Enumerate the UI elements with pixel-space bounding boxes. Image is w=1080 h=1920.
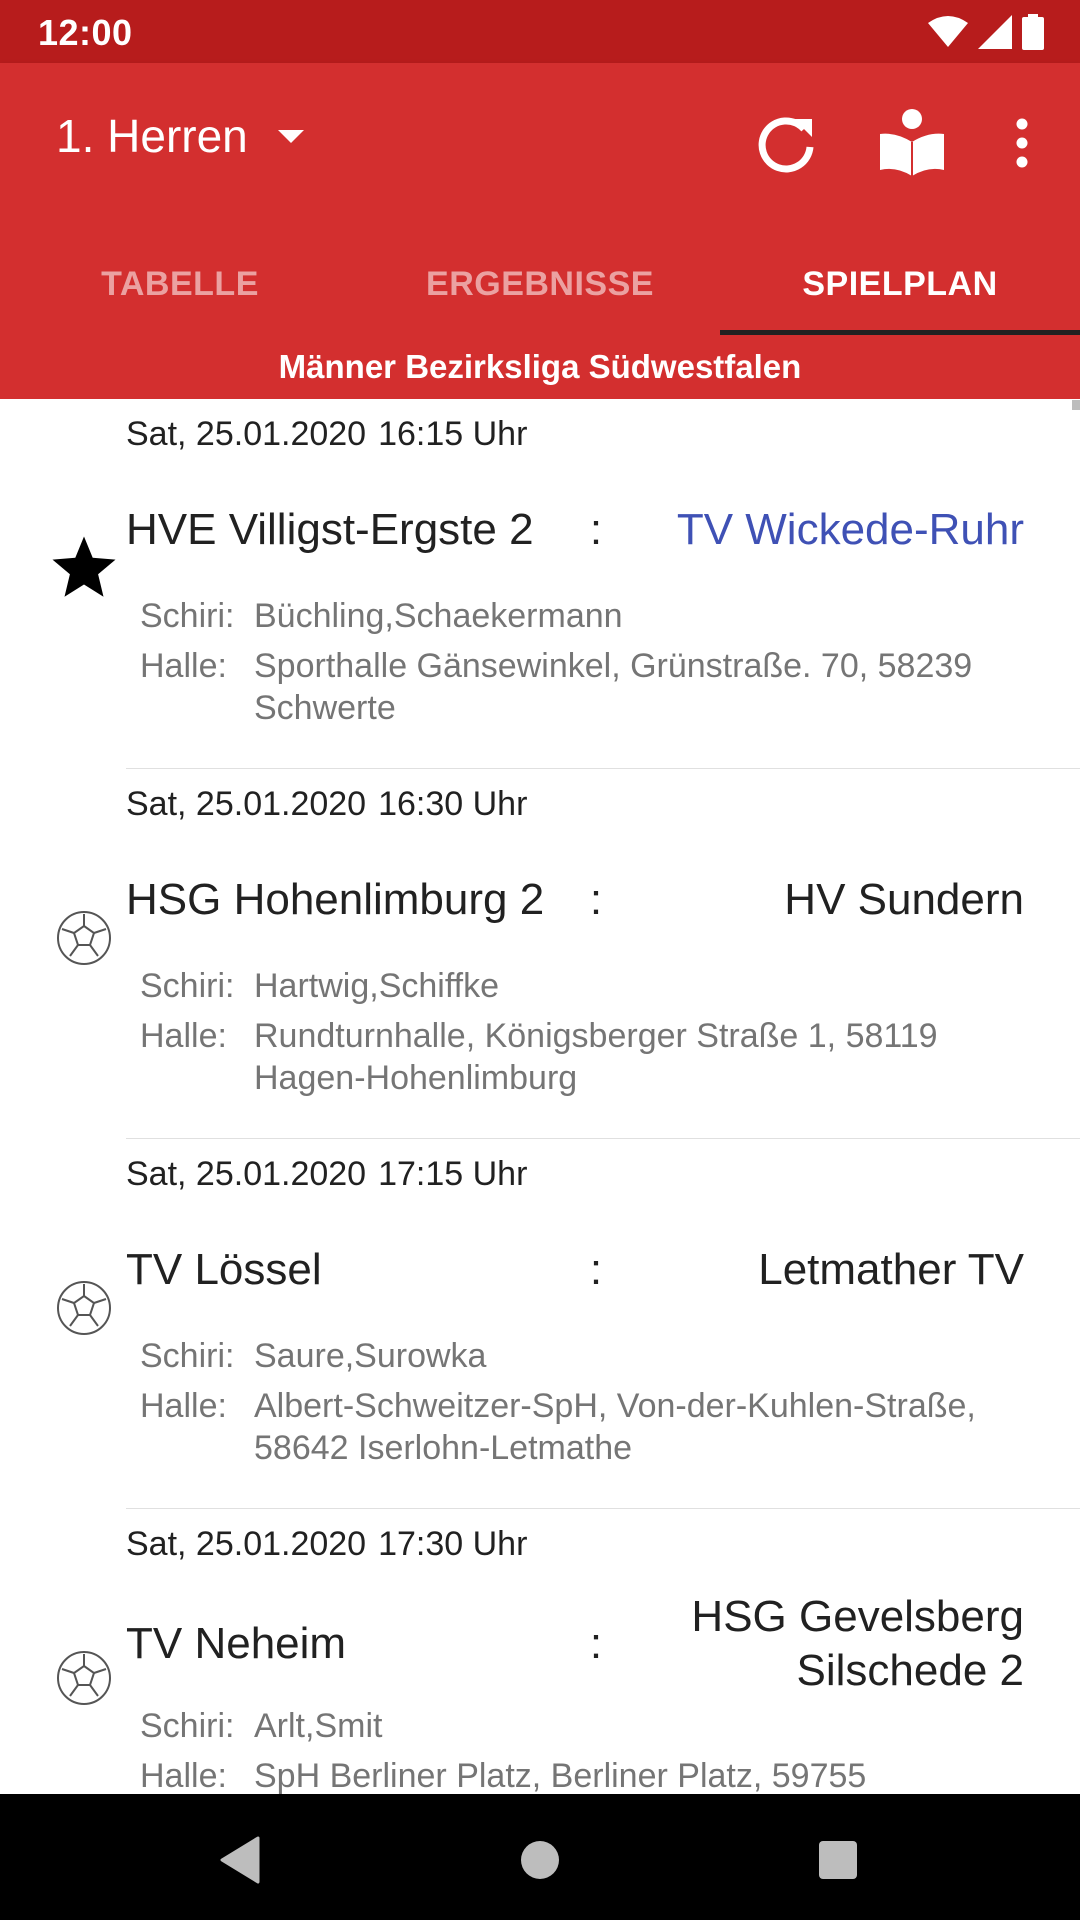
score-separator: : — [589, 875, 603, 924]
referee-label: Schiri: — [140, 967, 235, 1005]
venue-label: Halle: — [140, 1017, 227, 1055]
refresh-button[interactable] — [736, 93, 836, 193]
venue-label: Halle: — [140, 1387, 227, 1425]
match-date: Sat, 25.01.2020 17:15 Uhr — [126, 1155, 527, 1194]
guest-team: HV Sundern — [784, 875, 1024, 924]
handball-icon[interactable] — [48, 902, 120, 974]
match-info: Schiri: Hartwig,Schiffke Halle: Rundturnha… — [140, 965, 1030, 1107]
guest-team: TV Wickede-Ruhr — [676, 505, 1024, 554]
match-item[interactable]: Sat, 25.01.2020 16:30 Uhr HSG Hohenlimbur… — [0, 769, 1080, 1139]
venue-value: Rundturnhalle, Königsberger Straße 1, 58… — [254, 1017, 938, 1097]
team-selector-label: 1. Herren — [56, 110, 248, 162]
venue-label: Halle: — [140, 1757, 227, 1794]
match-teams: TV Lössel : Letmather TV — [126, 1237, 1024, 1303]
guest-team: HSG Gevelsberg Silschede 2 — [691, 1592, 1024, 1695]
handball-icon[interactable] — [48, 1642, 120, 1714]
nav-recents-button[interactable] — [810, 1832, 866, 1888]
venue-label: Halle: — [140, 647, 227, 685]
ball-icon — [57, 1281, 111, 1335]
favorite-star-icon[interactable] — [48, 532, 120, 604]
match-teams: TV Neheim : HSG Gevelsberg Silschede 2 — [126, 1589, 1024, 1699]
tab-spielplan[interactable]: SPIELPLAN — [720, 233, 1080, 335]
match-time: 16:15 Uhr — [378, 415, 528, 453]
home-team: HSG Hohenlimburg 2 — [126, 875, 545, 924]
nav-back-button[interactable] — [212, 1832, 268, 1888]
ball-icon — [57, 911, 111, 965]
match-teams: HVE Villigst-Ergste 2 : TV Wickede-Ruhr — [126, 497, 1024, 563]
referee-value: Büchling,Schaekermann — [254, 597, 623, 635]
reader-button[interactable] — [862, 93, 962, 193]
referee-value: Hartwig,Schiffke — [254, 967, 500, 1005]
match-info: Schiri: Saure,Surowka Halle: Albert-Schwei… — [140, 1335, 1030, 1477]
star-icon — [52, 536, 116, 597]
venue-value: SpH Berliner Platz, Berliner Platz, 5975… — [254, 1757, 867, 1794]
signal-icon — [978, 15, 1012, 49]
recents-square-icon — [819, 1841, 857, 1879]
team-selector[interactable]: 1. Herren — [56, 109, 304, 163]
tab-bar: TABELLE ERGEBNISSE SPIELPLAN — [0, 233, 1080, 335]
referee-label: Schiri: — [140, 1337, 235, 1375]
system-nav-bar — [0, 1794, 1080, 1920]
match-item[interactable]: Sat, 25.01.2020 17:15 Uhr TV Lössel : Let… — [0, 1139, 1080, 1509]
match-date: Sat, 25.01.2020 16:30 Uhr — [126, 785, 527, 824]
book-reader-icon — [880, 109, 944, 176]
match-info: Schiri: Arlt,Smit Halle: SpH Berliner Plat… — [140, 1705, 1030, 1794]
wifi-icon — [928, 16, 968, 47]
match-date-day: Sat, 25.01.2020 — [126, 785, 367, 823]
status-bar: 12:00 — [0, 0, 1080, 63]
league-banner: Männer Bezirksliga Südwestfalen — [0, 335, 1080, 399]
match-item[interactable]: Sat, 25.01.2020 16:15 Uhr HVE Villigst-Er… — [0, 399, 1080, 769]
match-time: 16:30 Uhr — [378, 785, 528, 823]
match-date: Sat, 25.01.2020 16:15 Uhr — [126, 415, 527, 454]
referee-value: Arlt,Smit — [254, 1707, 383, 1745]
battery-icon — [1022, 14, 1044, 50]
match-time: 17:30 Uhr — [378, 1525, 528, 1563]
guest-team: Letmather TV — [758, 1245, 1024, 1294]
app-bar: 1. Herren TABELLE ERGEBNISSE SPIELPLAN — [0, 63, 1080, 335]
tab-ergebnisse[interactable]: ERGEBNISSE — [360, 233, 720, 335]
referee-value: Saure,Surowka — [254, 1337, 487, 1375]
match-date-day: Sat, 25.01.2020 — [126, 415, 367, 453]
ball-icon — [57, 1651, 111, 1705]
more-options-button[interactable] — [972, 93, 1072, 193]
venue-value: Sporthalle Gänsewinkel, Grünstraße. 70, … — [254, 647, 973, 727]
refresh-icon — [758, 117, 814, 173]
match-date: Sat, 25.01.2020 17:30 Uhr — [126, 1525, 527, 1564]
home-team: TV Neheim — [126, 1619, 347, 1668]
venue-value: Albert-Schweitzer-SpH, Von-der-Kuhlen-St… — [254, 1387, 976, 1467]
match-time: 17:15 Uhr — [378, 1155, 528, 1193]
match-item[interactable]: Sat, 25.01.2020 17:30 Uhr TV Neheim : HSG… — [0, 1509, 1080, 1794]
home-team: TV Lössel — [126, 1245, 322, 1294]
back-triangle-icon — [220, 1836, 260, 1884]
match-date-day: Sat, 25.01.2020 — [126, 1525, 367, 1563]
status-icons — [928, 14, 1044, 50]
home-team: HVE Villigst-Ergste 2 — [126, 505, 534, 554]
referee-label: Schiri: — [140, 1707, 235, 1745]
referee-label: Schiri: — [140, 597, 235, 635]
status-time: 12:00 — [38, 12, 133, 53]
score-separator: : — [589, 505, 603, 554]
score-separator: : — [589, 1245, 603, 1294]
match-date-day: Sat, 25.01.2020 — [126, 1155, 367, 1193]
match-teams: HSG Hohenlimburg 2 : HV Sundern — [126, 867, 1024, 933]
tab-tabelle[interactable]: TABELLE — [0, 233, 360, 335]
nav-home-button[interactable] — [512, 1832, 568, 1888]
score-separator: : — [589, 1619, 603, 1668]
match-info: Schiri: Büchling,Schaekermann Halle: Sport… — [140, 595, 1030, 737]
home-circle-icon — [521, 1841, 559, 1879]
handball-icon[interactable] — [48, 1272, 120, 1344]
match-list[interactable]: Sat, 25.01.2020 16:15 Uhr HVE Villigst-Er… — [0, 399, 1080, 1794]
dropdown-caret-icon — [277, 129, 304, 143]
more-vert-icon — [1016, 118, 1028, 168]
